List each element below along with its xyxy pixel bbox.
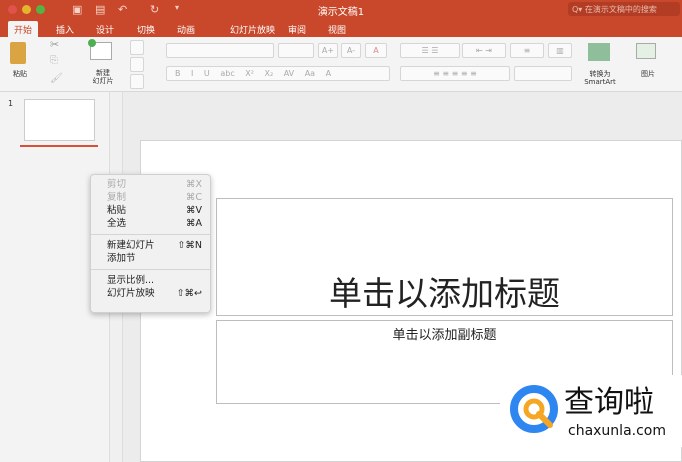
smartart-icon[interactable] [588, 43, 610, 61]
increase-font-button[interactable]: A+ [318, 43, 338, 58]
menu-item-cut[interactable]: 剪切 ⌘X [91, 178, 210, 191]
columns-button[interactable]: ▥ [548, 43, 572, 58]
tab-view[interactable]: 视图 [322, 21, 352, 37]
logo-magnifier-icon [510, 385, 558, 433]
tab-insert[interactable]: 插入 [50, 21, 80, 37]
menu-item-paste[interactable]: 粘贴 ⌘V [91, 204, 210, 217]
tab-transitions[interactable]: 切换 [131, 21, 161, 37]
search-input[interactable]: Q▾ 在演示文稿中的搜索 [568, 2, 680, 16]
paste-icon[interactable] [10, 42, 26, 64]
tab-review[interactable]: 审阅 [282, 21, 312, 37]
menu-item-add-section[interactable]: 添加节 [91, 252, 210, 265]
indent-buttons[interactable]: ⇤ ⇥ [462, 43, 506, 58]
tab-slideshow[interactable]: 幻灯片放映 [224, 21, 281, 37]
menu-separator [91, 269, 210, 270]
search-icon: Q▾ [572, 5, 585, 14]
cut-icon[interactable]: ✂ [50, 38, 59, 51]
font-size-select[interactable] [278, 43, 314, 58]
copy-icon[interactable]: ⎘ [50, 55, 58, 66]
line-spacing-button[interactable]: ≡ [510, 43, 544, 58]
menu-item-copy[interactable]: 复制 ⌘C [91, 191, 210, 204]
font-name-select[interactable] [166, 43, 274, 58]
tab-animations[interactable]: 动画 [171, 21, 201, 37]
slide-thumbnail[interactable] [24, 99, 95, 141]
title-bar: ▣ ▤ ↶ ↻ ▾ 演示文稿1 Q▾ 在演示文稿中的搜索 [0, 0, 682, 19]
format-painter-icon[interactable]: 🖌 [50, 73, 63, 84]
layout-button[interactable] [130, 40, 144, 55]
menu-separator [91, 234, 210, 235]
menu-item-slideshow[interactable]: 幻灯片放映 ⇧⌘↩ [91, 287, 210, 300]
logo-domain: chaxunla.com [568, 423, 666, 439]
list-buttons[interactable]: ☰ ☰ [400, 43, 460, 58]
reset-button[interactable] [130, 57, 144, 72]
context-menu: 剪切 ⌘X 复制 ⌘C 粘贴 ⌘V 全选 ⌘A 新建幻灯片 ⇧⌘N 添加节 显示比例...… [90, 174, 211, 313]
title-placeholder[interactable]: 单击以添加标题 [216, 198, 673, 316]
menu-item-select-all[interactable]: 全选 ⌘A [91, 217, 210, 230]
new-slide-icon[interactable] [88, 39, 112, 60]
decrease-font-button[interactable]: A- [341, 43, 361, 58]
new-slide-label: 新建 幻灯片 [92, 69, 114, 85]
tab-home[interactable]: 开始 [8, 21, 39, 37]
menu-item-zoom[interactable]: 显示比例... [91, 274, 210, 287]
clear-format-button[interactable]: A [365, 43, 387, 58]
picture-label: 图片 [641, 70, 655, 78]
ribbon-tabs: 开始 插入 设计 切换 动画 幻灯片放映 审阅 视图 [0, 19, 682, 37]
ribbon: 粘贴 ✂ ⎘ 🖌 新建 幻灯片 A+ A- A B I U abc X² X₂ … [0, 37, 682, 92]
smartart-label: 转换为 SmartArt [584, 70, 616, 86]
thumbnail-insertion-marker [20, 145, 98, 147]
paste-label: 粘贴 [13, 70, 27, 78]
tab-design[interactable]: 设计 [90, 21, 120, 37]
picture-icon[interactable] [636, 43, 656, 59]
section-button[interactable] [130, 74, 144, 89]
align-buttons[interactable]: ≡ ≡ ≡ ≡ ≡ [400, 66, 510, 81]
watermark-logo: 查询啦 chaxunla.com [500, 375, 682, 447]
font-format-buttons[interactable]: B I U abc X² X₂ AV Aa A [166, 66, 390, 81]
logo-name: 查询啦 [564, 385, 654, 420]
slide-number: 1 [8, 99, 14, 108]
menu-item-new-slide[interactable]: 新建幻灯片 ⇧⌘N [91, 239, 210, 252]
text-direction-buttons[interactable] [514, 66, 572, 81]
